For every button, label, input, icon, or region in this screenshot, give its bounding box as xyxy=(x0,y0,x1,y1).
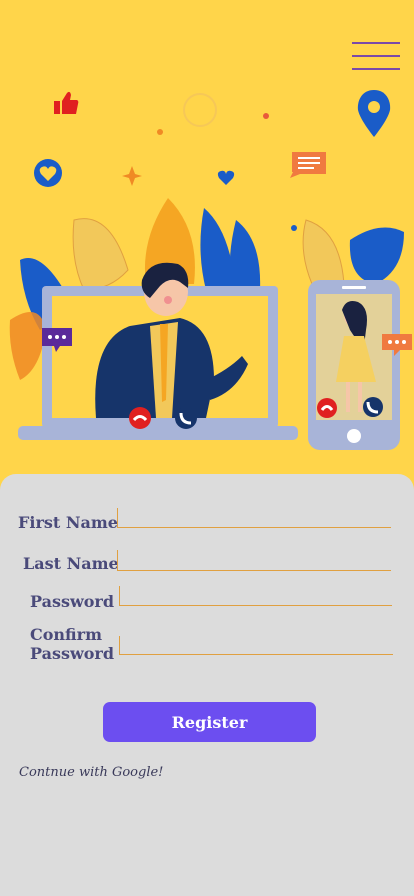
thumbs-up-icon xyxy=(54,91,79,114)
menu-line xyxy=(352,55,400,57)
last-name-field[interactable] xyxy=(117,550,391,571)
register-screen: First Name Last Name Password Confirm Pa… xyxy=(0,0,414,896)
heart-icon xyxy=(34,159,62,187)
confirm-password-label: Confirm Password xyxy=(30,625,115,663)
location-pin-icon xyxy=(357,90,391,137)
phone-decline-icon xyxy=(129,407,151,429)
menu-line xyxy=(352,68,400,70)
phone-decline-icon xyxy=(317,398,337,418)
hamburger-menu-icon[interactable] xyxy=(350,38,402,74)
menu-line xyxy=(352,42,400,44)
last-name-label: Last Name xyxy=(23,554,119,573)
chat-bubble-icon xyxy=(290,152,326,178)
password-label: Password xyxy=(30,592,115,611)
first-name-field[interactable] xyxy=(117,508,391,528)
password-field[interactable] xyxy=(119,586,392,606)
phone-accept-icon xyxy=(363,397,383,417)
heart-icon xyxy=(217,170,235,185)
first-name-label: First Name xyxy=(18,513,118,532)
confirm-password-field[interactable] xyxy=(119,636,393,655)
phone-accept-icon xyxy=(175,407,197,429)
registration-form-panel xyxy=(0,474,414,896)
continue-with-google-link[interactable]: Contnue with Google! xyxy=(19,765,163,780)
register-button[interactable]: Register xyxy=(103,702,316,742)
